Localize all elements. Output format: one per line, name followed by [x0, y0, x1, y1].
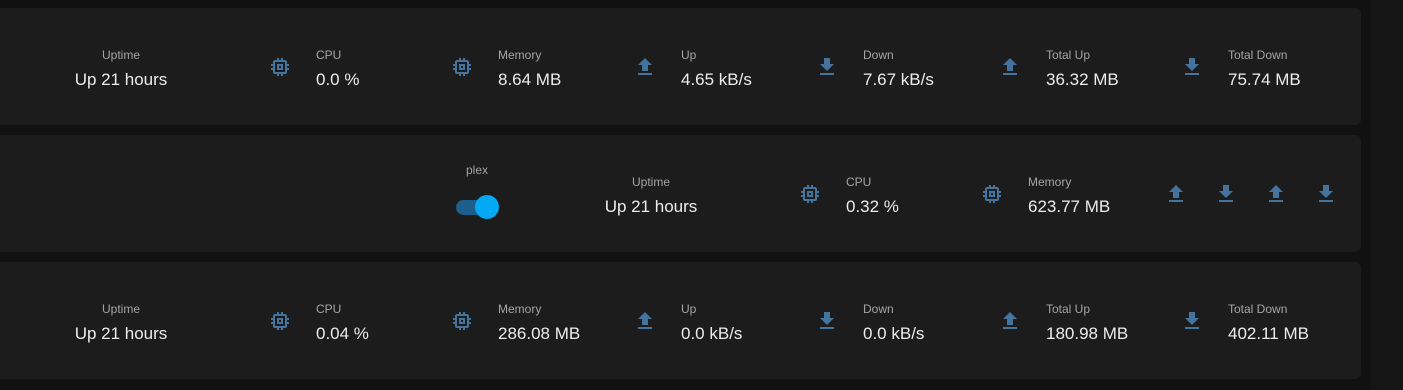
memory-label: Memory [498, 48, 542, 62]
uptime-label: Uptime [101, 48, 140, 62]
down-label: Down [863, 302, 894, 316]
total-up-label: Total Up [1046, 302, 1091, 316]
download-icon [815, 55, 839, 79]
plex-toggle[interactable] [454, 195, 500, 219]
cpu-icon [798, 182, 822, 206]
memory-icon [450, 309, 474, 333]
uptime-value: Up 21 hours [74, 324, 168, 343]
cpu-value: 0.0 % [316, 70, 360, 89]
up-value: 0.0 kB/s [681, 324, 743, 343]
memory-value: 8.64 MB [498, 70, 562, 89]
download-icon [1180, 55, 1204, 79]
cpu-label: CPU [846, 175, 872, 189]
total-up-value: 180.98 MB [1046, 324, 1129, 343]
total-up-label: Total Up [1046, 48, 1091, 62]
container-card: plex Uptime Up 21 hours CPU 0.32 % Memor… [0, 135, 1361, 252]
upload-icon [998, 309, 1022, 333]
up-label: Up [681, 48, 697, 62]
upload-icon[interactable] [1164, 182, 1188, 206]
memory-icon [450, 55, 474, 79]
uptime-label: Uptime [631, 175, 670, 189]
total-down-value: 402.11 MB [1228, 324, 1309, 343]
down-value: 0.0 kB/s [863, 324, 925, 343]
switch-label: plex [465, 163, 488, 177]
total-up-value: 36.32 MB [1046, 70, 1119, 89]
download-icon[interactable] [1314, 182, 1338, 206]
download-icon [815, 309, 839, 333]
cpu-value: 0.04 % [316, 324, 369, 343]
cpu-icon [268, 55, 292, 79]
down-value: 7.67 kB/s [863, 70, 934, 89]
cpu-label: CPU [316, 302, 342, 316]
container-card: Uptime Up 21 hours CPU 0.04 % Memory 286… [0, 262, 1361, 379]
download-icon [1180, 309, 1204, 333]
upload-icon [633, 55, 657, 79]
up-label: Up [681, 302, 697, 316]
uptime-label: Uptime [101, 302, 140, 316]
download-icon[interactable] [1214, 182, 1238, 206]
upload-icon [998, 55, 1022, 79]
uptime-value: Up 21 hours [74, 70, 168, 89]
upload-icon[interactable] [1264, 182, 1288, 206]
uptime-value: Up 21 hours [604, 197, 698, 216]
cpu-icon [268, 309, 292, 333]
memory-value: 623.77 MB [1028, 197, 1111, 216]
cpu-label: CPU [316, 48, 342, 62]
total-down-label: Total Down [1228, 302, 1288, 316]
cpu-value: 0.32 % [846, 197, 899, 216]
toggle-thumb [475, 195, 499, 219]
up-value: 4.65 kB/s [681, 70, 752, 89]
scrollbar-track[interactable] [1370, 0, 1403, 390]
total-down-label: Total Down [1228, 48, 1288, 62]
upload-icon [633, 309, 657, 333]
memory-icon [980, 182, 1004, 206]
memory-label: Memory [1028, 175, 1072, 189]
container-card: Uptime Up 21 hours CPU 0.0 % Memory 8.64… [0, 8, 1361, 125]
down-label: Down [863, 48, 894, 62]
memory-label: Memory [498, 302, 542, 316]
memory-value: 286.08 MB [498, 324, 581, 343]
total-down-value: 75.74 MB [1228, 70, 1301, 89]
